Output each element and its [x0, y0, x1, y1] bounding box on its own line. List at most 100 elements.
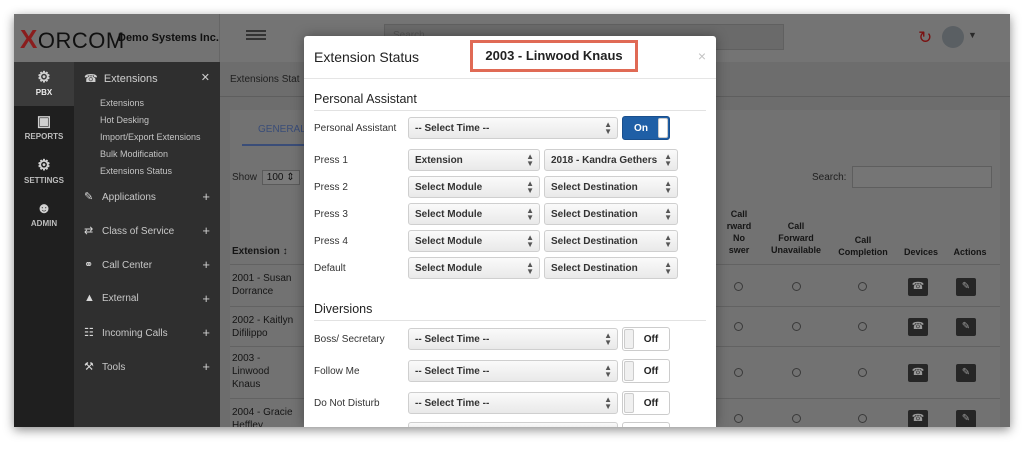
page-length-select[interactable]: 100 ⇕ [261, 170, 300, 185]
diversion-time-select[interactable]: -- Select Time -- ▲ ▼ [408, 328, 618, 350]
headset-icon: ⚭ [84, 259, 94, 271]
press-destination-select[interactable]: Select Destination ▲ ▼ [544, 230, 678, 252]
sidebar-group-tools[interactable]: ⚒ Tools + [74, 349, 220, 383]
diversion-label: Do Not Disturb [314, 398, 380, 409]
sidebar-item-hot-desking[interactable]: Hot Desking [74, 111, 220, 128]
radio-cfna[interactable] [734, 368, 743, 377]
press-label: Press 4 [314, 236, 348, 247]
diversion-toggle[interactable]: Off [622, 327, 670, 351]
diversion-label: Follow Me [314, 366, 360, 377]
edit-icon[interactable]: ✎ [956, 364, 976, 382]
gears-icon: ⚙ [37, 157, 51, 174]
gear-icon: ⚙ [37, 69, 51, 86]
company-name: Demo Systems Inc. [118, 32, 219, 44]
diversion-toggle[interactable] [622, 422, 670, 427]
diversion-time-select[interactable]: -- Select Time -- ▲ ▼ [408, 392, 618, 414]
radio-cc[interactable] [858, 282, 867, 291]
table-search-label: Search: [812, 172, 847, 183]
sidebar-item-extensions-status[interactable]: Extensions Status [74, 162, 220, 179]
wrench-icon: ⚒ [84, 361, 94, 373]
press-label: Press 3 [314, 209, 348, 220]
modal-extension-label: 2003 - Linwood Knaus [470, 40, 638, 72]
radio-cc[interactable] [858, 322, 867, 331]
close-icon[interactable]: ✕ [201, 71, 210, 84]
sitemap-icon: ☷ [84, 327, 94, 339]
sidebar-item-bulk-modification[interactable]: Bulk Modification [74, 145, 220, 162]
table-search-input[interactable] [852, 166, 992, 188]
diversion-toggle[interactable]: Off [622, 359, 670, 383]
diversion-toggle[interactable]: Off [622, 391, 670, 415]
diversion-time-select[interactable]: -- Select Time -- ▲ ▼ [408, 360, 618, 382]
plus-icon: + [202, 325, 210, 340]
section-diversions: Diversions [314, 302, 373, 316]
sidebar-group-class-of-service[interactable]: ⇄ Class of Service + [74, 213, 220, 247]
press-module-select[interactable]: Select Module ▲ ▼ [408, 176, 540, 198]
main-rail: ⚙ PBX ▣ REPORTS ⚙ SETTINGS ☻ ADMIN [14, 62, 74, 427]
edit-icon[interactable]: ✎ [956, 278, 976, 296]
col-actions: Actions [953, 247, 987, 257]
press-destination-select[interactable]: Select Destination ▲ ▼ [544, 203, 678, 225]
press-destination-select[interactable]: Select Destination ▲ ▼ [544, 257, 678, 279]
sidebar: ☎ Extensions ✕ Extensions Hot Desking Im… [74, 62, 220, 427]
col-devices: Devices [903, 247, 939, 257]
radio-cc[interactable] [858, 414, 867, 423]
close-icon[interactable]: × [698, 48, 706, 64]
press-module-select[interactable]: Select Module ▲ ▼ [408, 203, 540, 225]
logo-area: XORCOM Demo Systems Inc. [14, 14, 220, 62]
rail-item-reports[interactable]: ▣ REPORTS [14, 106, 74, 150]
press-destination-select[interactable]: Select Destination ▲ ▼ [544, 176, 678, 198]
phone-icon[interactable]: ☎ [908, 410, 928, 427]
diversion-time-select[interactable] [408, 422, 618, 427]
edit-icon[interactable]: ✎ [956, 318, 976, 336]
phone-icon[interactable]: ☎ [908, 278, 928, 296]
radio-cfu[interactable] [792, 322, 801, 331]
menu-toggle-icon[interactable] [246, 28, 266, 44]
road-icon: ▲ [84, 292, 95, 304]
pa-time-select[interactable]: -- Select Time -- ▲ ▼ [408, 117, 618, 139]
press-module-select[interactable]: Select Module ▲ ▼ [408, 257, 540, 279]
file-icon: ▣ [36, 113, 52, 130]
col-extension[interactable]: Extension ↕ [232, 246, 288, 257]
phone-icon: ☎ [84, 73, 104, 85]
users-icon: ☻ [36, 200, 52, 217]
sidebar-item-import-export[interactable]: Import/Export Extensions [74, 128, 220, 145]
phone-icon[interactable]: ☎ [908, 364, 928, 382]
rail-item-settings[interactable]: ⚙ SETTINGS [14, 150, 74, 194]
sidebar-group-incoming-calls[interactable]: ☷ Incoming Calls + [74, 315, 220, 349]
press-module-select[interactable]: Select Module ▲ ▼ [408, 230, 540, 252]
sidebar-item-extensions[interactable]: Extensions [74, 94, 220, 111]
sidebar-group-applications[interactable]: ✎ Applications + [74, 179, 220, 213]
breadcrumb: Extensions Stat [230, 74, 300, 85]
tab-general[interactable]: GENERAL [258, 124, 306, 135]
app-window: XORCOM Demo Systems Inc. Search... ↻ ▼ ⚙… [14, 14, 1010, 427]
radio-cfna[interactable] [734, 322, 743, 331]
chevron-down-icon[interactable]: ▼ [968, 30, 977, 40]
phone-icon[interactable]: ☎ [908, 318, 928, 336]
table-row: 2003 - Linwood Knaus [232, 353, 270, 390]
table-row: 2002 - Kaitlyn Difilippo [232, 315, 294, 339]
sidebar-head-extensions[interactable]: ☎ Extensions ✕ [74, 62, 220, 94]
plus-icon: + [202, 223, 210, 238]
pa-toggle[interactable]: On [622, 116, 670, 140]
rail-item-admin[interactable]: ☻ ADMIN [14, 194, 74, 238]
plus-icon: + [202, 257, 210, 272]
radio-cfu[interactable] [792, 282, 801, 291]
radio-cfu[interactable] [792, 368, 801, 377]
shuffle-icon: ⇄ [84, 225, 94, 237]
sidebar-group-external[interactable]: ▲ External + [74, 281, 220, 315]
press-label: Default [314, 263, 346, 274]
refresh-icon[interactable]: ↻ [918, 28, 932, 48]
table-row: 2004 - Gracie Heffley [232, 407, 293, 427]
press-module-select[interactable]: Extension ▲ ▼ [408, 149, 540, 171]
press-label: Press 2 [314, 182, 348, 193]
radio-cfna[interactable] [734, 414, 743, 423]
radio-cfna[interactable] [734, 282, 743, 291]
avatar[interactable] [942, 26, 964, 48]
edit-icon[interactable]: ✎ [956, 410, 976, 427]
press-destination-select[interactable]: 2018 - Kandra Gethers ▲ ▼ [544, 149, 678, 171]
radio-cfu[interactable] [792, 414, 801, 423]
plus-icon: + [202, 359, 210, 374]
sidebar-group-call-center[interactable]: ⚭ Call Center + [74, 247, 220, 281]
radio-cc[interactable] [858, 368, 867, 377]
rail-item-pbx[interactable]: ⚙ PBX [14, 62, 74, 106]
